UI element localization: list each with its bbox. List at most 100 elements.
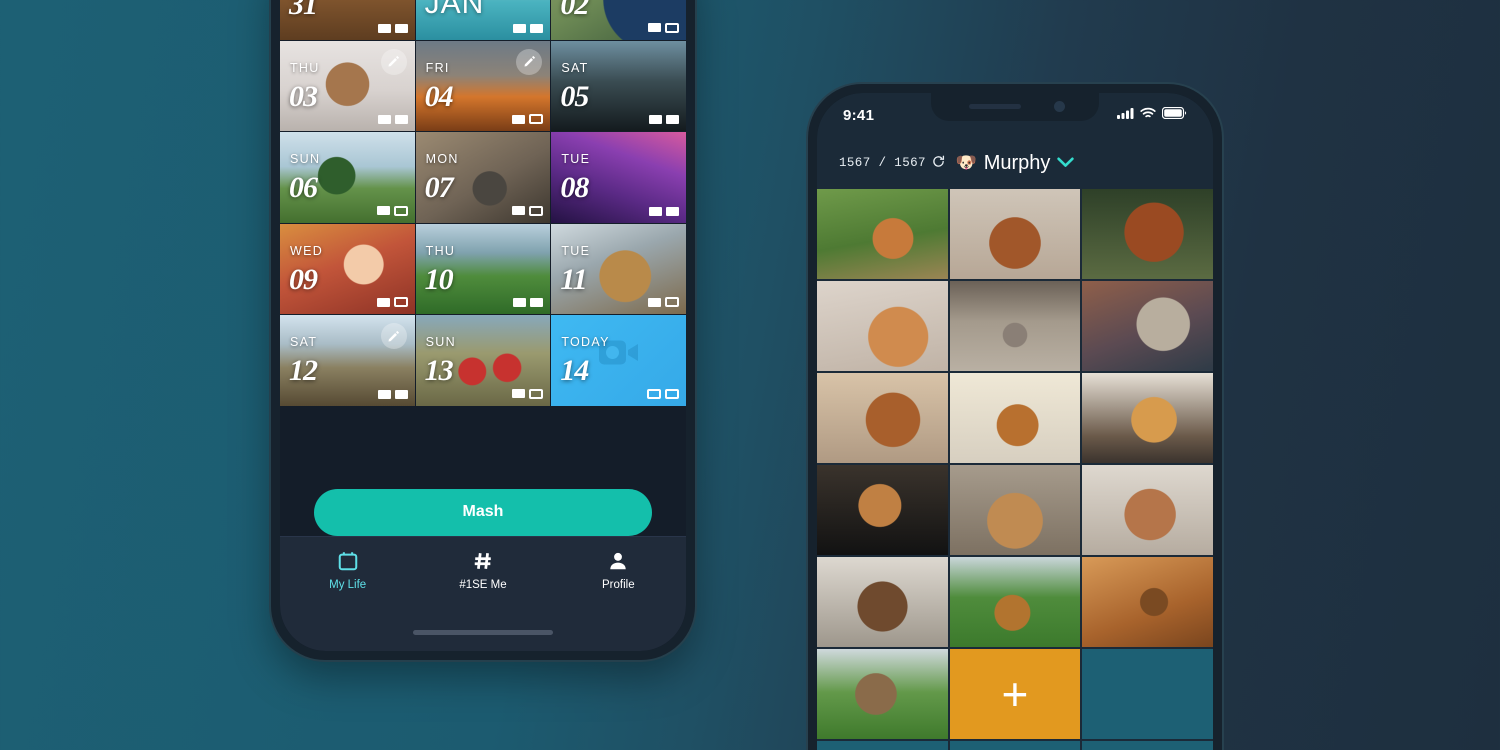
media-badges <box>376 297 408 307</box>
photo-badge-icon <box>512 114 526 124</box>
calendar-cell[interactable]: WED02 <box>551 0 686 40</box>
photo-badge-icon <box>377 115 391 124</box>
calendar-day-number: 08 <box>560 171 589 204</box>
album-name: Murphy <box>983 151 1051 174</box>
calendar-cell[interactable]: TODAY 14 <box>551 315 686 406</box>
calendar-cell[interactable]: THU 10 <box>415 223 551 314</box>
photo-thumbnail[interactable] <box>949 373 1081 463</box>
calendar-cell[interactable]: MON 07 <box>415 132 551 223</box>
cellular-signal-icon <box>1117 106 1134 124</box>
status-icons <box>1117 106 1187 124</box>
photo-badge-icon <box>648 297 661 307</box>
calendar-grid: MON312019JANWED02THU03FRI04SAT05SUN06MON… <box>280 0 686 468</box>
photo-thumbnail[interactable] <box>817 373 948 463</box>
calendar-day-number: 13 <box>424 354 454 387</box>
media-badges <box>376 205 408 216</box>
photo-thumbnail[interactable] <box>817 649 948 739</box>
edit-pencil-icon[interactable] <box>516 48 543 75</box>
photo-thumbnail[interactable] <box>1082 465 1213 555</box>
nav-item-1se-me[interactable]: #1SE Me <box>415 549 550 591</box>
nav-item-profile[interactable]: Profile <box>551 549 686 591</box>
nav-item-my-life[interactable]: My Life <box>280 549 415 591</box>
photo-grid: + <box>817 189 1213 750</box>
calendar-cell[interactable]: SAT 12 <box>280 315 415 406</box>
album-header: 1567 / 1567 🐶 Murphy <box>817 137 1213 189</box>
media-badges <box>512 388 544 399</box>
photo-thumbnail[interactable] <box>949 281 1081 371</box>
media-badges <box>648 22 679 33</box>
photo-thumbnail[interactable] <box>817 189 948 279</box>
calendar-cell[interactable]: TUE 11 <box>551 223 686 314</box>
video-badge-icon <box>529 205 544 216</box>
mash-button[interactable]: Mash <box>314 488 652 536</box>
photo-thumbnail[interactable] <box>817 281 948 371</box>
calendar-month: JAN <box>424 0 485 20</box>
video-badge-icon <box>393 205 408 216</box>
calendar-day-number: 09 <box>289 262 318 296</box>
media-badges <box>647 388 679 399</box>
dog-avatar-icon: 🐶 <box>955 153 977 172</box>
photo-thumbnail[interactable] <box>1082 373 1213 463</box>
photo-badge-icon <box>649 115 662 124</box>
calendar-day-of-week: SAT <box>561 60 589 75</box>
photo-thumbnail[interactable] <box>817 465 948 555</box>
media-badges <box>377 115 408 124</box>
album-title-selector[interactable]: 🐶 Murphy <box>956 152 1075 175</box>
photo-badge-icon <box>512 389 526 398</box>
calendar-cell[interactable]: MON31 <box>280 0 415 40</box>
calendar-cell[interactable]: 2019JAN <box>415 0 551 40</box>
photo-thumbnail[interactable] <box>1082 189 1213 279</box>
media-badges <box>377 23 408 33</box>
edit-pencil-icon[interactable] <box>380 48 407 75</box>
calendar-day-number: 02 <box>560 0 589 21</box>
hash-icon <box>472 549 494 573</box>
photo-thumbnail[interactable] <box>949 465 1081 555</box>
calendar-cell[interactable]: THU 03 <box>280 40 415 131</box>
plus-icon: + <box>1001 667 1029 720</box>
status-bar: 9:41 <box>817 93 1213 137</box>
calendar-day-number: 31 <box>289 0 318 21</box>
photo-badge-icon <box>666 115 679 124</box>
photo-thumbnail[interactable] <box>949 557 1081 647</box>
status-clock: 9:41 <box>843 106 875 124</box>
edit-pencil-icon[interactable] <box>380 323 407 349</box>
sync-count-label: 1567 / 1567 <box>839 156 926 170</box>
calendar-cell[interactable]: SAT 05 <box>551 40 686 131</box>
add-photo-tile[interactable]: + <box>949 649 1081 739</box>
right-phone-screen: 9:41 1567 / 1567 🐶 Murphy + <box>817 93 1213 750</box>
calendar-cell[interactable]: SUN 06 <box>280 132 415 223</box>
photo-thumbnail[interactable] <box>817 557 948 647</box>
photo-thumbnail[interactable] <box>949 189 1081 279</box>
photo-badge-icon <box>394 23 408 33</box>
refresh-icon[interactable] <box>932 155 945 172</box>
calendar-cell[interactable]: WED 09 <box>280 223 415 314</box>
right-phone-mockup: 9:41 1567 / 1567 🐶 Murphy + <box>808 84 1222 750</box>
calendar-cell[interactable]: TUE 08 <box>551 132 686 223</box>
video-badge-icon <box>529 388 544 399</box>
photo-badge-icon <box>513 23 527 33</box>
wifi-icon <box>1140 106 1156 124</box>
calendar-cell[interactable]: SUN 13 <box>415 315 551 406</box>
calendar-day-of-week: TODAY <box>561 335 610 349</box>
left-phone-screen: MON312019JANWED02THU03FRI04SAT05SUN06MON… <box>280 0 686 651</box>
video-badge-icon <box>665 388 679 399</box>
calendar-day-number: 12 <box>289 354 318 387</box>
media-badges <box>513 23 544 33</box>
calendar-day-number: 14 <box>560 354 589 387</box>
photo-badge-icon <box>377 23 391 33</box>
calendar-day-number: 06 <box>289 171 318 204</box>
calendar-cell[interactable]: FRI 04 <box>415 40 551 131</box>
video-badge-icon <box>393 297 408 307</box>
empty-grid-cell <box>1082 649 1213 739</box>
battery-icon <box>1161 106 1187 124</box>
media-badges <box>649 115 679 124</box>
left-phone-mockup: MON312019JANWED02THU03FRI04SAT05SUN06MON… <box>271 0 695 660</box>
photo-thumbnail[interactable] <box>1082 281 1213 371</box>
chevron-down-icon[interactable] <box>1057 156 1075 171</box>
photo-thumbnail[interactable] <box>1082 557 1213 647</box>
calendar-day-of-week: MON <box>425 152 459 166</box>
nav-label-my-life: My Life <box>329 579 367 591</box>
sync-status: 1567 / 1567 <box>839 155 945 172</box>
home-indicator-bar <box>413 630 553 635</box>
empty-grid-cell <box>949 741 1081 750</box>
